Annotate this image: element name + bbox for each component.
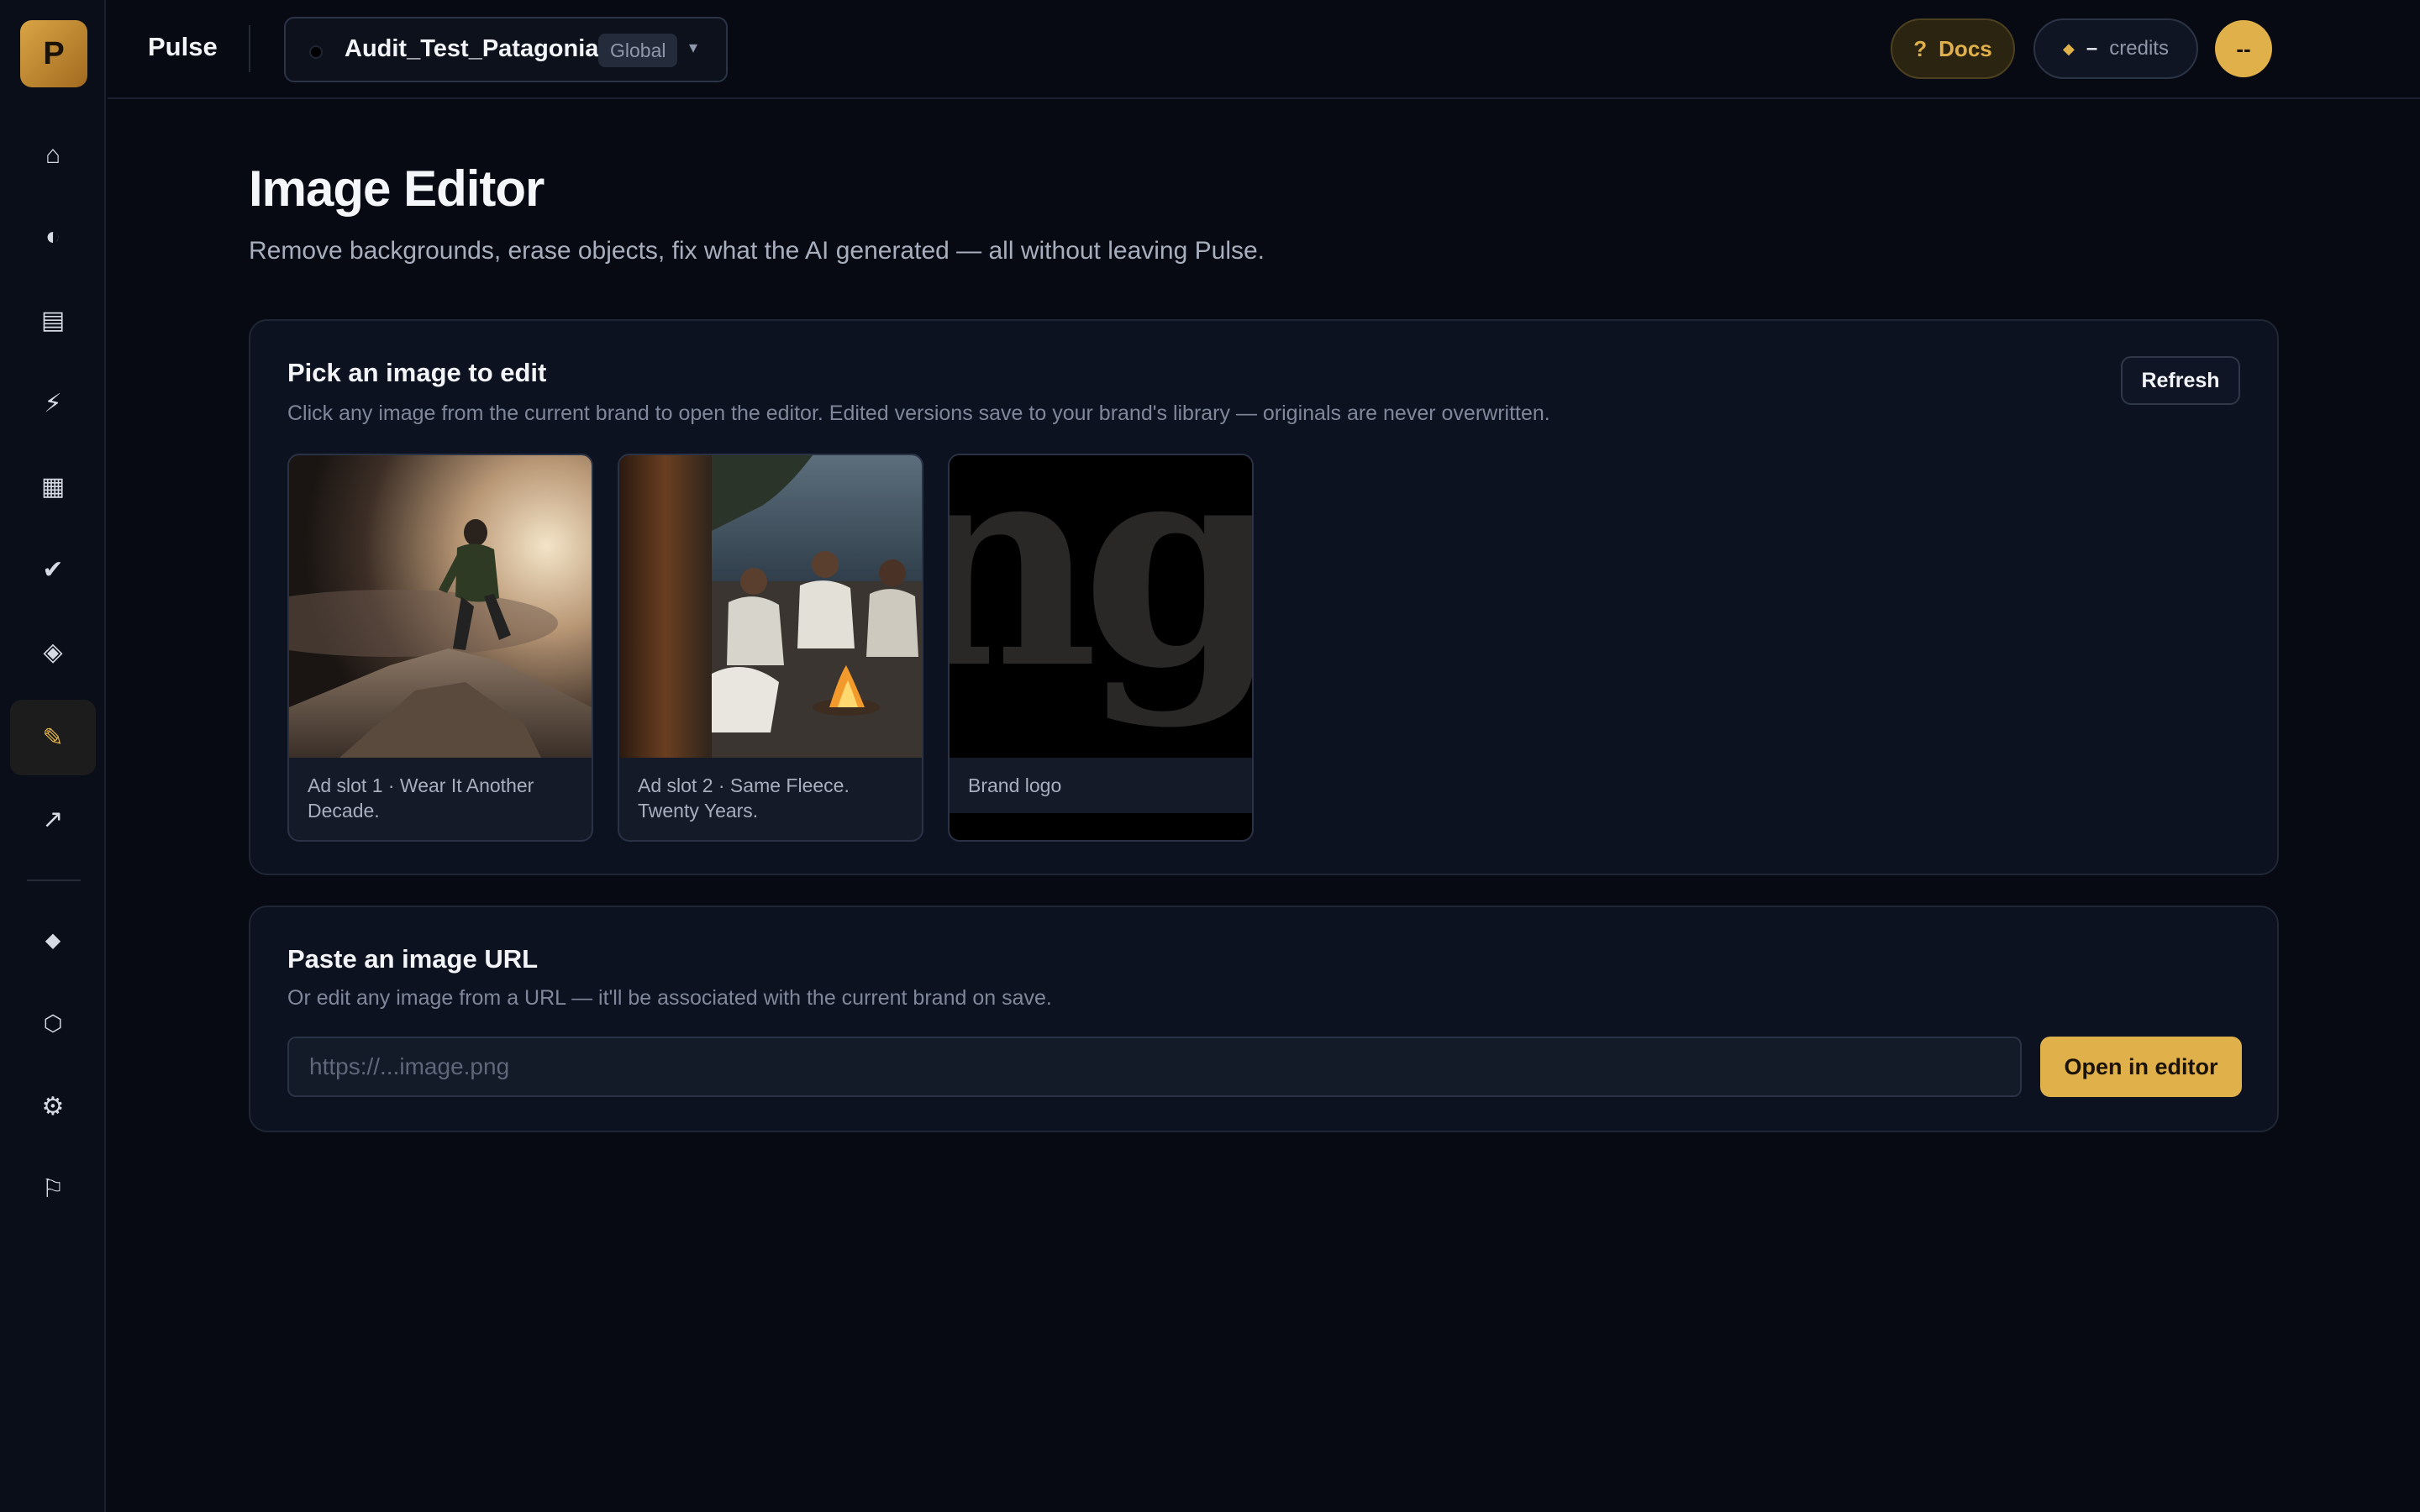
sidebar-item-home[interactable]: ⌂ (10, 118, 96, 193)
app-name: Pulse (148, 32, 218, 61)
image-thumb-brand-logo[interactable]: ngo Brand logo (948, 454, 1254, 842)
brand-scope-badge: Global (598, 34, 678, 67)
question-icon: ? (1913, 35, 1928, 61)
brand-name: Audit_Test_Patagonia (345, 35, 599, 62)
url-card-title: Paste an image URL (287, 944, 539, 974)
analytics-icon: ◐ (45, 223, 61, 250)
diamond-icon: ◆ (45, 928, 61, 952)
refresh-button[interactable]: Refresh (2121, 356, 2240, 405)
sidebar-item-calendar[interactable]: ▦ (10, 449, 96, 524)
check-icon: ✔ (42, 555, 64, 584)
logo-lettering: ngo (950, 455, 1252, 732)
docs-label: Docs (1939, 35, 1992, 61)
pick-card-description: Click any image from the current brand t… (287, 402, 1550, 425)
hexagon-icon: ⬡ (43, 1010, 63, 1036)
sidebar: P ⌂ ◐ ▤ ⚡ ▦ ✔ ◈ ✎ ↗ ◆ ⬡ ⚙ ⚐ (0, 0, 106, 1512)
sidebar-item-feedback[interactable]: ⚐ (10, 1151, 96, 1226)
gear-icon: ⚙ (41, 1092, 65, 1121)
image-caption: Ad slot 1 · Wear It Another Decade. (308, 774, 534, 822)
image-thumb-ad-slot-1[interactable]: Ad slot 1 · Wear It Another Decade. (287, 454, 593, 842)
calendar-icon: ▦ (40, 472, 66, 501)
image-thumb-ad-slot-2[interactable]: Ad slot 2 · Same Fleece. Twenty Years. (618, 454, 923, 842)
image-caption: Ad slot 2 · Same Fleece. Twenty Years. (638, 774, 850, 822)
diamond-icon: ◆ (2063, 39, 2075, 57)
brand-selector[interactable]: Audit_Test_Patagonia Global ▾ (284, 17, 728, 82)
sidebar-item-analytics[interactable]: ◐ (10, 199, 96, 275)
credits-label: credits (2109, 37, 2169, 60)
arrow-up-right-icon: ↗ (42, 805, 64, 833)
sidebar-item-trends[interactable]: ↗ (10, 781, 96, 857)
ad-slot-2-image (619, 455, 922, 758)
flag-icon: ⚐ (41, 1174, 65, 1203)
header-divider (249, 25, 250, 72)
sidebar-item-approvals[interactable]: ✔ (10, 532, 96, 607)
sidebar-divider (27, 879, 81, 881)
page-subtitle: Remove backgrounds, erase objects, fix w… (249, 237, 1265, 265)
diamond-outline-icon: ◈ (43, 638, 63, 666)
ad-slot-1-image (289, 455, 592, 758)
sidebar-item-automations[interactable]: ⚡ (10, 365, 96, 441)
top-header: Pulse Audit_Test_Patagonia Global ▾ ? Do… (108, 0, 2420, 99)
url-card-description: Or edit any image from a URL — it'll be … (287, 986, 1052, 1010)
credits-pill[interactable]: ◆ – credits (2033, 18, 2198, 79)
chevron-down-icon: ▾ (689, 39, 698, 57)
brand-logo-image: ngo (950, 455, 1252, 758)
paste-url-card: Paste an image URL Or edit any image fro… (249, 906, 2279, 1132)
pick-card-title: Pick an image to edit (287, 358, 547, 387)
docs-button[interactable]: ? Docs (1891, 18, 2015, 79)
app-logo[interactable]: P (20, 20, 87, 87)
pick-image-card: Pick an image to edit Click any image fr… (249, 319, 2279, 875)
lightning-icon: ⚡ (44, 389, 62, 417)
pencil-icon: ✎ (42, 723, 64, 752)
sidebar-item-reports[interactable]: ▤ (10, 282, 96, 358)
reports-icon: ▤ (40, 306, 66, 334)
home-icon: ⌂ (45, 141, 61, 169)
page-title: Image Editor (249, 160, 544, 217)
sidebar-item-integrations[interactable]: ⬡ (10, 985, 96, 1061)
brand-avatar-dot (309, 45, 323, 59)
sidebar-item-assets[interactable]: ◈ (10, 614, 96, 690)
image-caption: Brand logo (968, 774, 1062, 796)
sidebar-item-credits[interactable]: ◆ (10, 902, 96, 978)
credits-value: – (2086, 37, 2098, 60)
image-url-input[interactable] (287, 1037, 2022, 1097)
sidebar-item-image-editor[interactable]: ✎ (10, 700, 96, 775)
open-in-editor-button[interactable]: Open in editor (2040, 1037, 2242, 1097)
user-avatar[interactable]: -- (2215, 20, 2272, 77)
sidebar-item-settings[interactable]: ⚙ (10, 1068, 96, 1144)
